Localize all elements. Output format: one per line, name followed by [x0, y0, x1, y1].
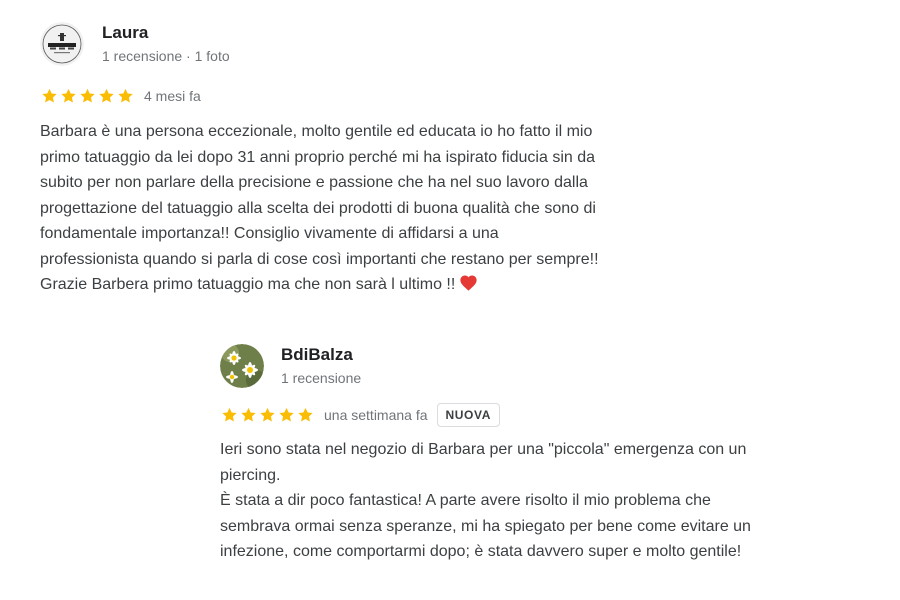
review-text-line: sembrava ormai senza speranze, mi ha spi… [220, 517, 751, 535]
review-card: BdiBalza 1 recensione una settimana fa N… [220, 344, 870, 565]
review-header: Laura 1 recensione · 1 foto [40, 22, 740, 66]
review-text-line: Barbara è una persona eccezionale, molto… [40, 123, 593, 140]
review-card: Laura 1 recensione · 1 foto 4 mesi fa Ba… [40, 22, 740, 298]
author-meta: 1 recensione [281, 370, 362, 386]
author-meta: 1 recensione · 1 foto [102, 48, 230, 64]
star-icon [42, 88, 57, 103]
star-rating [40, 87, 135, 105]
review-text-line: subito per non parlare della precisione … [40, 174, 588, 191]
star-icon [260, 407, 275, 422]
review-text: Ieri sono stata nel negozio di Barbara p… [220, 437, 860, 565]
star-icon [241, 407, 256, 422]
review-text-line: fondamentale importanza!! Consiglio viva… [40, 225, 499, 242]
rating-row: una settimana fa NUOVA [220, 403, 870, 427]
review-text-line: Grazie Barbera primo tatuaggio ma che no… [40, 276, 456, 293]
review-text-line: È stata a dir poco fantastica! A parte a… [220, 492, 711, 509]
review-text-line: piercing. [220, 466, 281, 484]
review-text-line: primo tatuaggio da lei dopo 31 anni prop… [40, 148, 596, 166]
star-icon [80, 88, 95, 103]
author-block: Laura 1 recensione · 1 foto [102, 22, 230, 65]
new-badge: NUOVA [436, 403, 500, 427]
author-name[interactable]: BdiBalza [281, 345, 361, 365]
author-block: BdiBalza 1 recensione [281, 344, 361, 387]
star-icon [222, 407, 237, 422]
star-icon [118, 88, 133, 103]
star-rating [220, 406, 315, 424]
star-icon [298, 407, 313, 422]
tattoo-shop-avatar-icon [40, 22, 84, 66]
review-text-line: professionista quando si parla di cose c… [40, 250, 599, 268]
reviews-page: Laura 1 recensione · 1 foto 4 mesi fa Ba… [0, 0, 900, 600]
avatar[interactable] [40, 22, 84, 66]
star-icon [279, 407, 294, 422]
star-icon [99, 88, 114, 103]
heart-icon [460, 275, 477, 291]
review-text: Barbara è una persona eccezionale, molto… [40, 119, 740, 298]
avatar[interactable] [220, 344, 264, 388]
review-text-line: progettazione del tatuaggio alla scelta … [40, 199, 596, 217]
daisy-flowers-avatar-icon [220, 344, 264, 388]
review-header: BdiBalza 1 recensione [220, 344, 870, 388]
review-date: una settimana fa [324, 407, 428, 423]
review-text-line: infezione, come comportarmi dopo; è stat… [220, 543, 742, 560]
review-text-line: Ieri sono stata nel negozio di Barbara p… [220, 441, 747, 458]
star-icon [61, 88, 76, 103]
author-name[interactable]: Laura [102, 23, 230, 43]
review-date: 4 mesi fa [144, 88, 201, 104]
rating-row: 4 mesi fa [40, 85, 740, 107]
review-text-last-line: Grazie Barbera primo tatuaggio ma che no… [40, 272, 740, 298]
